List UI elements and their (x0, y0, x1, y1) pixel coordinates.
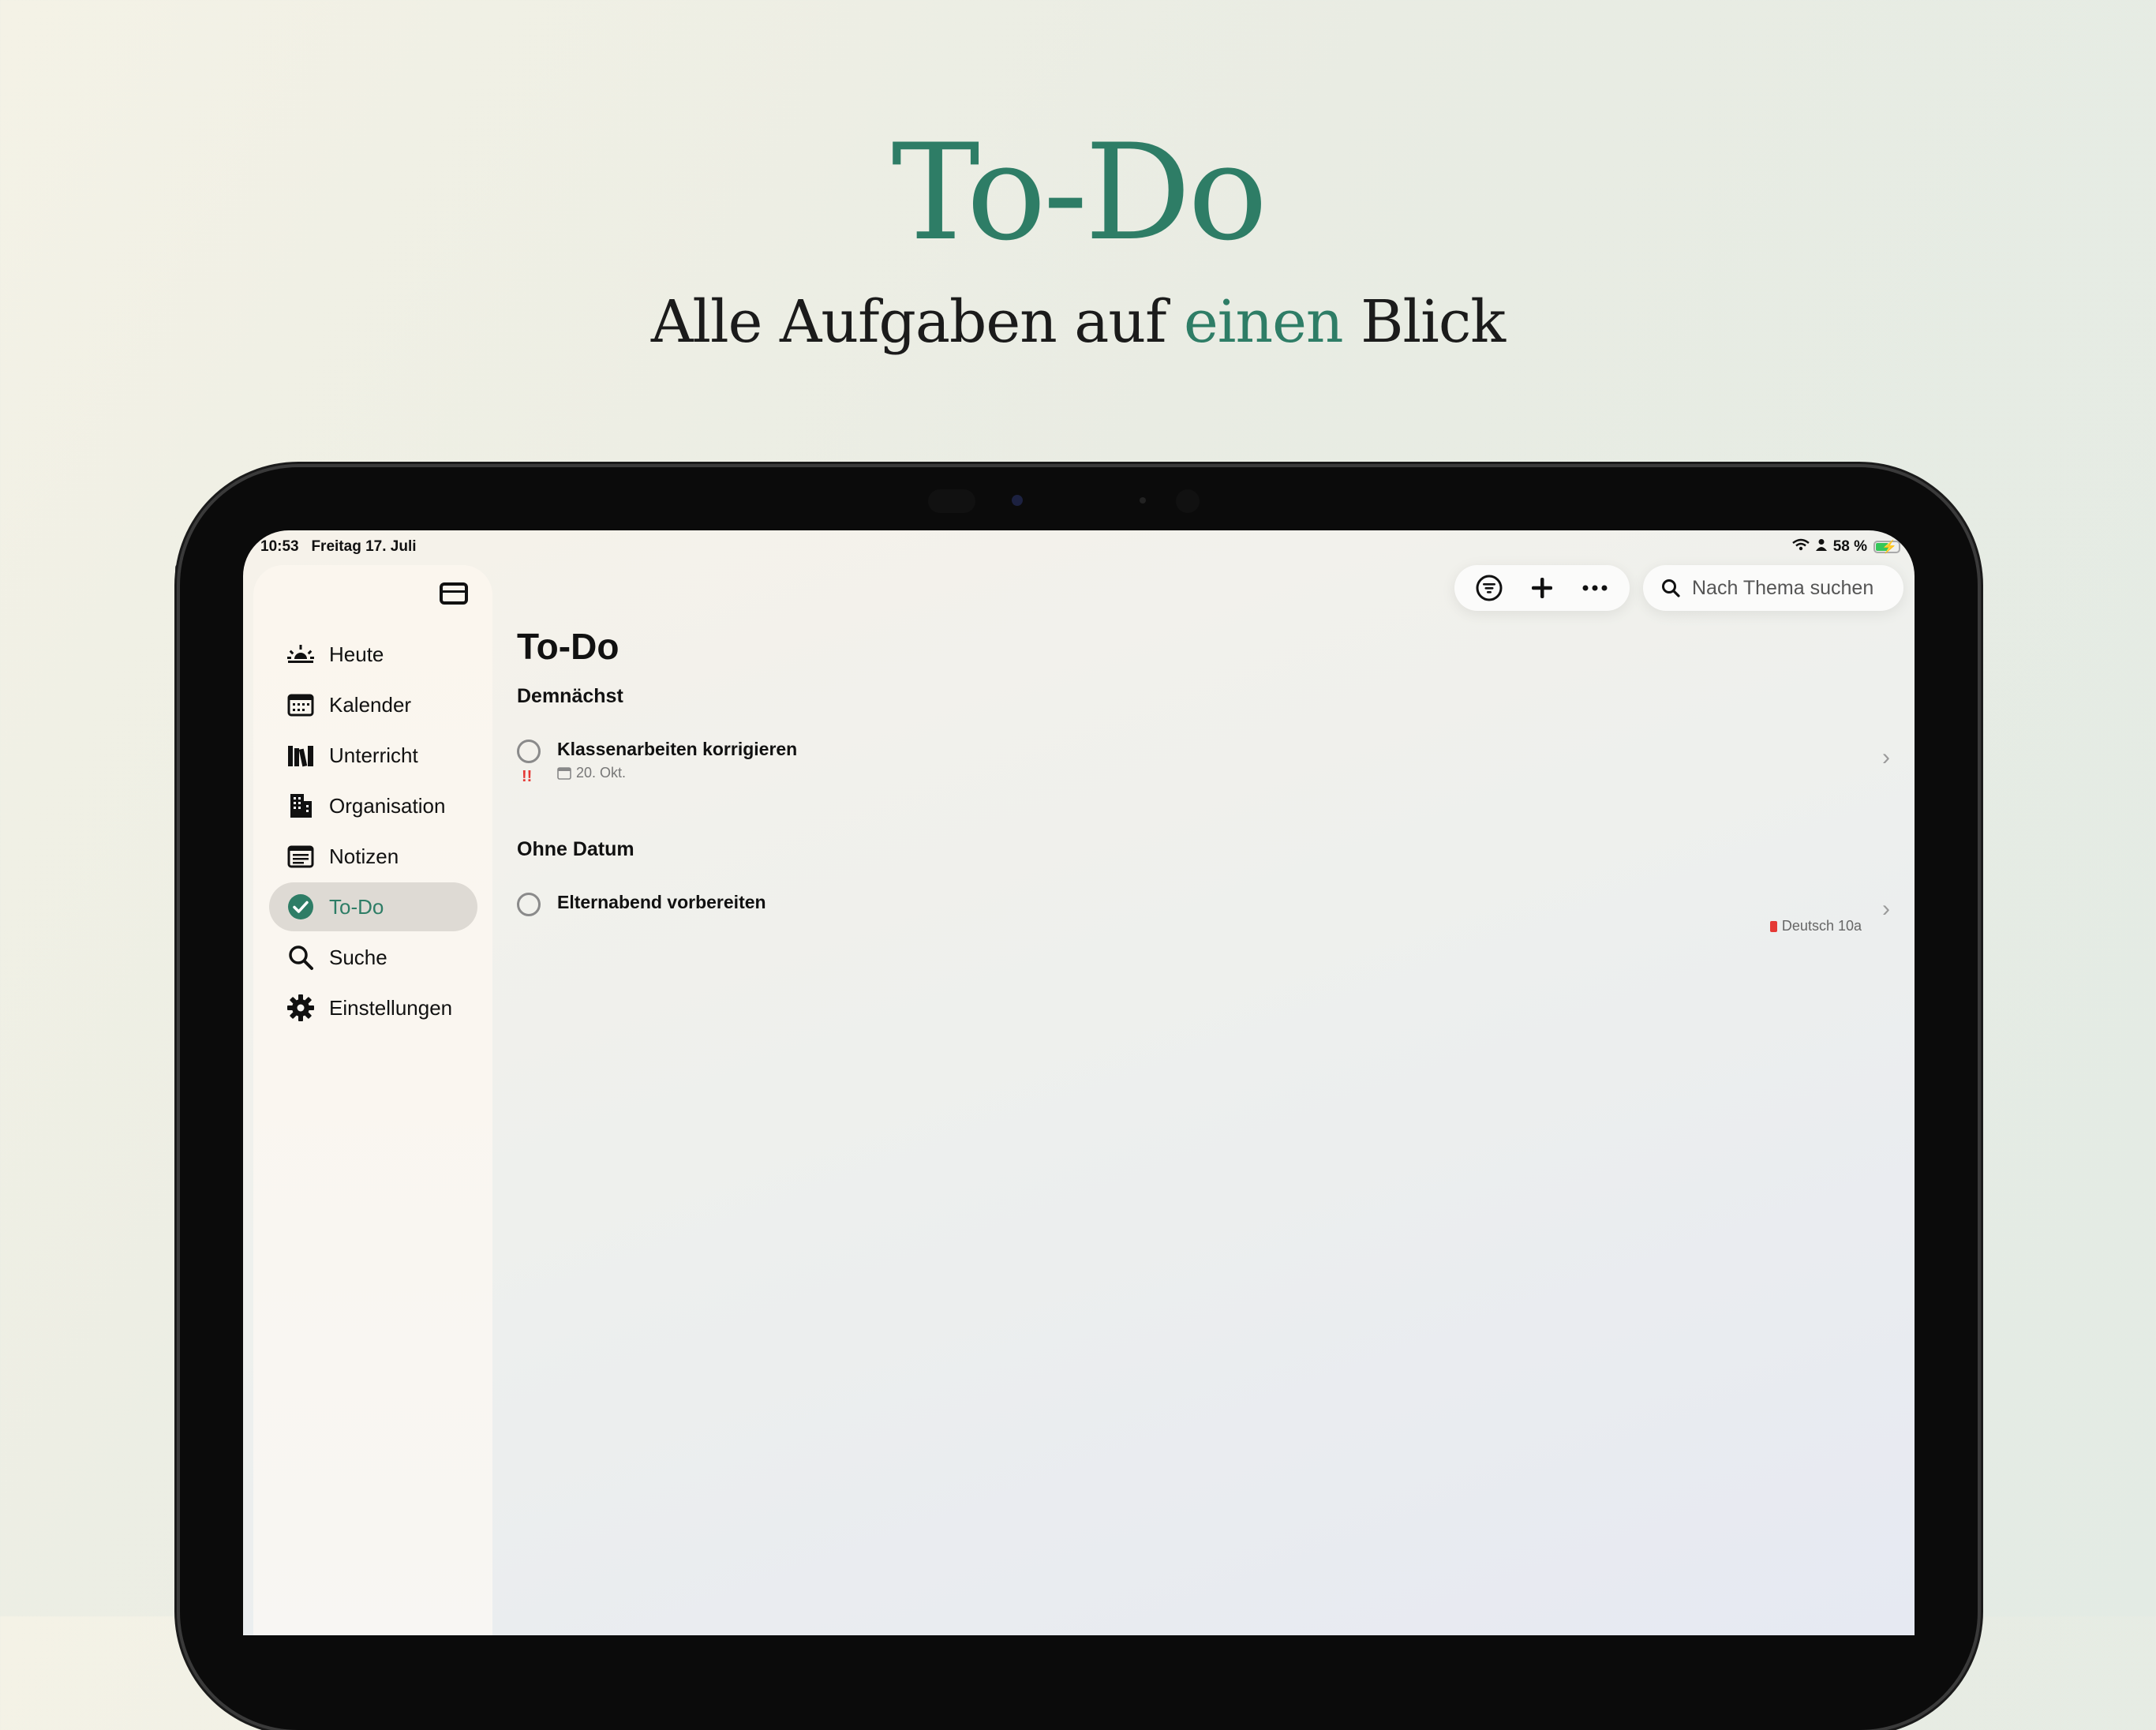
subline-post: Blick (1342, 288, 1506, 356)
status-time: 10:53 (260, 538, 299, 555)
add-button[interactable] (1525, 571, 1559, 605)
battery-percentage: 58 % (1832, 538, 1867, 555)
sidebar-item-label: Kalender (329, 692, 412, 717)
sidebar-item-heute[interactable]: Heute (269, 630, 477, 679)
app-screen: 10:53 Freitag 17. Juli 58 % ⚡ Heute Kale… (243, 530, 1915, 1635)
status-bar-right: 58 % ⚡ (1791, 538, 1900, 556)
books-icon (286, 741, 315, 770)
marketing-subline: Alle Aufgaben auf einen Blick (0, 290, 2156, 354)
todo-item[interactable]: Klassenarbeiten korrigieren !! 20. Okt. … (517, 739, 1890, 785)
wifi-icon (1791, 538, 1810, 556)
sidebar-item-label: Organisation (329, 793, 446, 818)
sidebar-item-einstellungen[interactable]: Einstellungen (269, 983, 477, 1032)
page-title: To-Do (517, 626, 619, 667)
person-icon (1815, 538, 1827, 556)
more-button[interactable] (1578, 571, 1612, 605)
sidebar: Heute Kalender Unterricht Organisation N… (253, 565, 492, 1635)
sidebar-nav: Heute Kalender Unterricht Organisation N… (269, 630, 477, 1034)
todo-checkbox[interactable] (517, 893, 541, 916)
subject-tag-label: Deutsch 10a (1781, 918, 1862, 934)
notes-icon (286, 842, 315, 871)
chevron-right-icon: › (1882, 744, 1890, 770)
marketing-headline: To-Do (891, 115, 1268, 270)
sidebar-item-organisation[interactable]: Organisation (269, 781, 477, 830)
sidebar-item-notizen[interactable]: Notizen (269, 832, 477, 881)
sidebar-item-label: Unterricht (329, 743, 418, 767)
todo-title: Elternabend vorbereiten (557, 892, 766, 912)
sidebar-item-label: Heute (329, 642, 384, 666)
status-bar-left: 10:53 Freitag 17. Juli (260, 538, 417, 556)
sidebar-item-unterricht[interactable]: Unterricht (269, 731, 477, 780)
todo-title: Klassenarbeiten korrigieren (557, 739, 798, 759)
subline-pre: Alle Aufgaben auf (650, 288, 1184, 356)
todo-checkbox[interactable] (517, 740, 541, 763)
subject-tag: Deutsch 10a (1769, 918, 1862, 934)
sunrise-icon (286, 640, 315, 668)
filter-button[interactable] (1472, 571, 1507, 605)
todo-due-date: 20. Okt. (557, 765, 626, 781)
search-icon (286, 943, 315, 972)
sidebar-item-to-do[interactable]: To-Do (269, 882, 477, 931)
sidebar-item-suche[interactable]: Suche (269, 933, 477, 982)
front-camera (1012, 495, 1023, 506)
calendar-icon (286, 691, 315, 719)
subline-accent: einen (1184, 288, 1344, 356)
ellipsis-icon (1582, 585, 1608, 591)
section-heading-demnaechst: Demnächst (517, 685, 623, 707)
sensor (928, 489, 975, 513)
chevron-right-icon: › (1882, 896, 1890, 922)
status-date: Freitag 17. Juli (311, 538, 417, 555)
priority-indicator: !! (522, 768, 533, 785)
todo-date: 20. Okt. (576, 765, 627, 781)
calendar-icon (557, 766, 571, 780)
search-icon (1662, 579, 1680, 597)
sidebar-item-label: Einstellungen (329, 995, 453, 1020)
book-icon (1769, 920, 1777, 932)
sensor (1140, 497, 1146, 504)
building-icon (286, 792, 315, 820)
toolbar (1454, 565, 1630, 611)
sidebar-item-label: Suche (329, 945, 387, 969)
checkmark-circle-icon (286, 893, 315, 921)
sidebar-item-label: To-Do (329, 894, 384, 919)
search-field[interactable] (1643, 565, 1903, 611)
battery-icon: ⚡ (1873, 541, 1900, 554)
gear-icon (286, 994, 315, 1022)
filter-icon (1476, 575, 1503, 601)
sidebar-item-label: Notizen (329, 844, 399, 868)
section-heading-ohne-datum: Ohne Datum (517, 838, 634, 860)
search-input[interactable] (1690, 575, 1899, 601)
todo-item[interactable]: Elternabend vorbereiten Deutsch 10a › (517, 892, 1890, 940)
sidebar-item-kalender[interactable]: Kalender (269, 680, 477, 729)
sensor (1176, 489, 1200, 513)
sidebar-toggle-icon[interactable] (440, 582, 468, 605)
plus-icon (1531, 578, 1552, 598)
